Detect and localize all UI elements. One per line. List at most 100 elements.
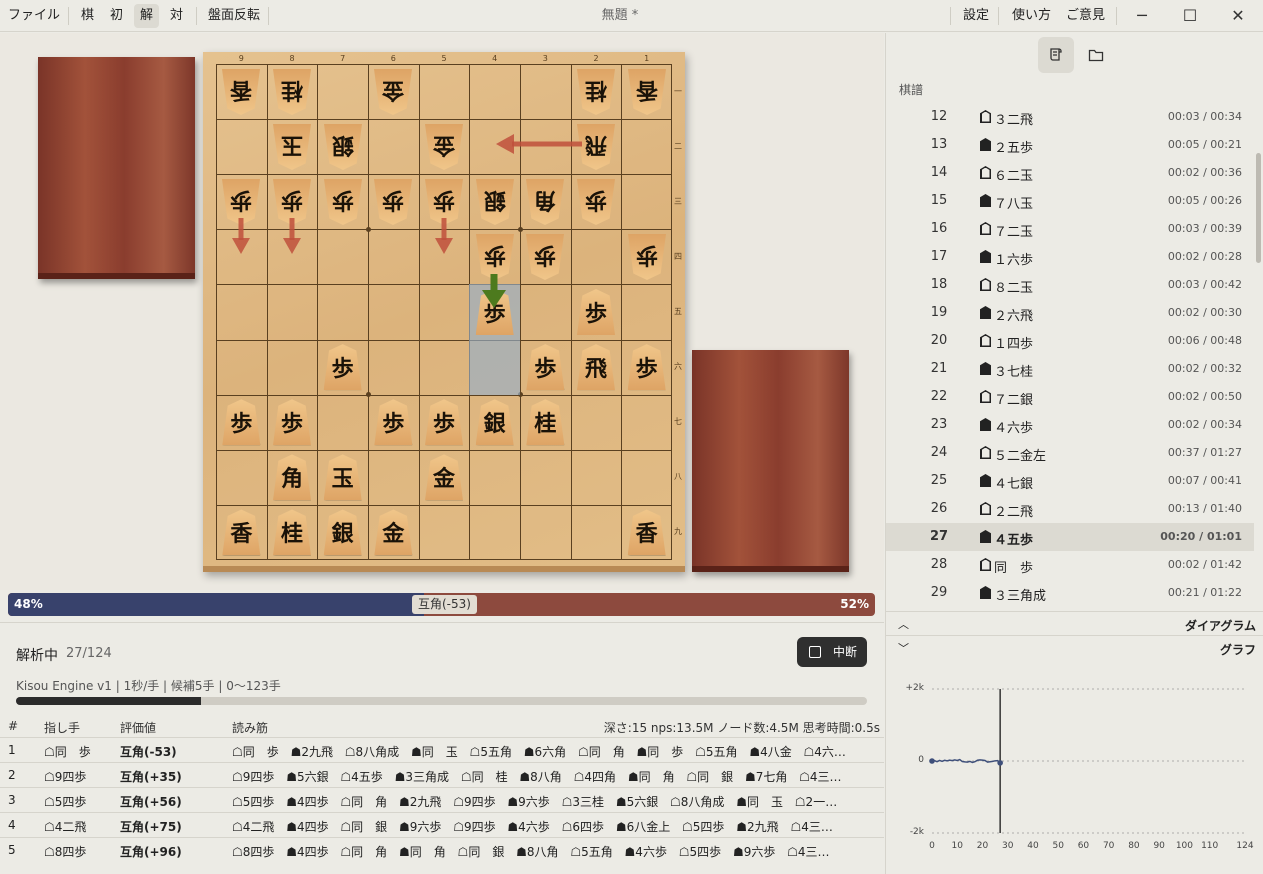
pv-move: ☖5四歩 <box>44 795 87 809</box>
gote-mark-icon <box>980 502 991 515</box>
sente-eval-fill <box>8 593 425 616</box>
kifu-move[interactable]: 13 ２五歩 00:05 / 00:21 <box>886 131 1254 159</box>
pv-eval: 互角(+35) <box>120 770 182 784</box>
progress-fill <box>16 697 201 705</box>
pv-move: ☖同 歩 <box>44 745 91 759</box>
kifu-move[interactable]: 19 ２六飛 00:02 / 00:30 <box>886 299 1254 327</box>
pv-eval: 互角(+56) <box>120 795 182 809</box>
move-number: 26 <box>930 501 948 516</box>
move-time: 00:03 / 00:42 <box>1167 278 1242 291</box>
feedback-button[interactable]: ご意見 <box>1060 4 1111 28</box>
pv-num: 2 <box>8 768 16 782</box>
move-text: ２六飛 <box>994 309 1034 324</box>
flip-board-button[interactable]: 盤面反転 <box>202 4 266 28</box>
move-arrows <box>232 134 582 308</box>
mode-versus-button[interactable]: 対 <box>164 4 189 28</box>
file-label: 9 <box>238 54 244 63</box>
sente-mark-icon <box>980 250 991 263</box>
sente-piece-stand[interactable] <box>692 350 849 572</box>
x-tick-label: 30 <box>1001 841 1014 851</box>
pv-move: ☖8四歩 <box>44 845 87 859</box>
usage-button[interactable]: 使い方 <box>1006 4 1057 28</box>
move-time: 00:05 / 00:26 <box>1167 194 1242 207</box>
eval-graph[interactable]: +2k 0 -2k 0 10 20 30 40 50 60 70 80 90 100 110 124 <box>886 659 1263 874</box>
sente-mark-icon <box>980 306 991 319</box>
pv-eval: 互角(+75) <box>120 820 182 834</box>
kifu-move[interactable]: 25 ４七銀 00:07 / 00:41 <box>886 467 1254 495</box>
mode-kifu-button[interactable]: 棋 <box>75 4 100 28</box>
minimize-icon[interactable]: ─ <box>1118 0 1166 32</box>
rank-label: 九 <box>674 527 682 537</box>
kifu-move[interactable]: 23 ４六歩 00:02 / 00:34 <box>886 411 1254 439</box>
kifu-move[interactable]: 21 ３七桂 00:02 / 00:32 <box>886 355 1254 383</box>
kifu-move[interactable]: 16 ７二玉 00:03 / 00:39 <box>886 215 1254 243</box>
move-number: 28 <box>930 557 948 572</box>
right-panel: 棋譜 12 ３二飛 00:03 / 00:34 13 ２五歩 00:05 / 00:21 1… <box>885 33 1263 874</box>
gote-percent: 52% <box>840 597 869 611</box>
close-icon[interactable]: ✕ <box>1214 0 1262 32</box>
analysis-count: 27/124 <box>66 646 112 661</box>
kifu-move[interactable]: 26 ２二飛 00:13 / 01:40 <box>886 495 1254 523</box>
gote-mark-icon <box>980 558 991 571</box>
hint-arrow <box>435 218 453 254</box>
kifu-move[interactable]: 12 ３二飛 00:03 / 00:34 <box>886 103 1254 131</box>
menu-file[interactable]: ファイル <box>2 4 66 28</box>
mode-analyze-button[interactable]: 解 <box>134 4 160 28</box>
move-time: 00:02 / 00:50 <box>1167 390 1242 403</box>
kifu-move[interactable]: 17 １六歩 00:02 / 00:28 <box>886 243 1254 271</box>
gote-piece-stand[interactable] <box>38 57 195 279</box>
menu-separator <box>268 7 269 25</box>
pv-row[interactable]: 4 ☖4二飛 互角(+75) ☖4二飛 ☗4四歩 ☖同 銀 ☗9六歩 ☖9四歩 ☗4六… <box>0 812 884 837</box>
kifu-move[interactable]: 15 ７八玉 00:05 / 00:26 <box>886 187 1254 215</box>
file-label: 5 <box>441 54 447 63</box>
mode-init-button[interactable]: 初 <box>104 4 129 28</box>
diagram-section-header[interactable]: ︿ ダイアグラム <box>886 611 1263 635</box>
kifu-scrollbar[interactable] <box>1256 153 1261 263</box>
folder-icon[interactable] <box>1078 37 1114 73</box>
kifu-move[interactable]: 27 ４五歩 00:20 / 01:01 <box>886 523 1254 551</box>
file-label: 8 <box>289 54 295 63</box>
pv-row[interactable]: 2 ☖9四歩 互角(+35) ☖9四歩 ☗5六銀 ☖4五歩 ☗3三角成 ☖同 桂 ☗8… <box>0 762 884 787</box>
kifu-move[interactable]: 24 ５二金左 00:37 / 01:27 <box>886 439 1254 467</box>
kifu-move[interactable]: 14 ６二玉 00:02 / 00:36 <box>886 159 1254 187</box>
kifu-move[interactable]: 18 ８二玉 00:03 / 00:42 <box>886 271 1254 299</box>
sente-mark-icon <box>980 474 991 487</box>
kifu-move[interactable]: 28 同 歩 00:02 / 01:42 <box>886 551 1254 579</box>
scroll-icon[interactable] <box>1038 37 1074 73</box>
kifu-move[interactable]: 22 ７二銀 00:02 / 00:50 <box>886 383 1254 411</box>
gote-mark-icon <box>980 222 991 235</box>
maximize-icon[interactable]: ☐ <box>1166 0 1214 32</box>
kifu-move[interactable]: 29 ３三角成 00:21 / 01:22 <box>886 579 1254 607</box>
move-text: ６二玉 <box>994 169 1034 184</box>
pv-row[interactable]: 5 ☖8四歩 互角(+96) ☖8四歩 ☗4四歩 ☖同 角 ☗同 角 ☖同 銀 ☗8八… <box>0 837 884 862</box>
gote-mark-icon <box>980 166 991 179</box>
kifu-move[interactable]: 20 １四歩 00:06 / 00:48 <box>886 327 1254 355</box>
move-number: 13 <box>930 137 948 152</box>
file-label: 2 <box>593 54 599 63</box>
move-time: 00:02 / 00:34 <box>1167 418 1242 431</box>
x-tick-label: 70 <box>1102 841 1115 851</box>
sente-percent: 48% <box>14 597 43 611</box>
y-tick-label: -2k <box>909 827 924 837</box>
file-label: 1 <box>644 54 650 63</box>
move-number: 27 <box>929 529 949 544</box>
menu-separator <box>68 7 69 25</box>
move-number: 24 <box>930 445 948 460</box>
settings-button[interactable]: 設定 <box>957 4 995 28</box>
pv-row[interactable]: 1 ☖同 歩 互角(-53) ☖同 歩 ☗2九飛 ☖8八角成 ☗同 玉 ☖5五角 ☗6… <box>0 737 884 762</box>
move-text: ５二金左 <box>994 449 1047 464</box>
move-time: 00:05 / 00:21 <box>1167 138 1242 151</box>
stop-analysis-button[interactable]: 中断 <box>797 637 867 667</box>
move-number: 20 <box>930 333 948 348</box>
graph-section-header[interactable]: ﹀ グラフ <box>886 635 1263 659</box>
pv-move: ☖4二飛 <box>44 820 87 834</box>
pv-num: 3 <box>8 793 16 807</box>
kifu-label: 棋譜 <box>899 83 924 97</box>
hint-arrow <box>283 218 301 254</box>
pv-row[interactable]: 3 ☖5四歩 互角(+56) ☖5四歩 ☗4四歩 ☖同 角 ☗2九飛 ☖9四歩 ☗9六… <box>0 787 884 812</box>
move-text: １六歩 <box>994 253 1034 268</box>
sente-mark-icon <box>980 362 991 375</box>
kifu-move-list[interactable]: 12 ３二飛 00:03 / 00:34 13 ２五歩 00:05 / 00:21 14 ６二… <box>886 103 1254 608</box>
diagram-label: ダイアグラム <box>1184 619 1256 633</box>
move-text: ２五歩 <box>994 141 1034 156</box>
